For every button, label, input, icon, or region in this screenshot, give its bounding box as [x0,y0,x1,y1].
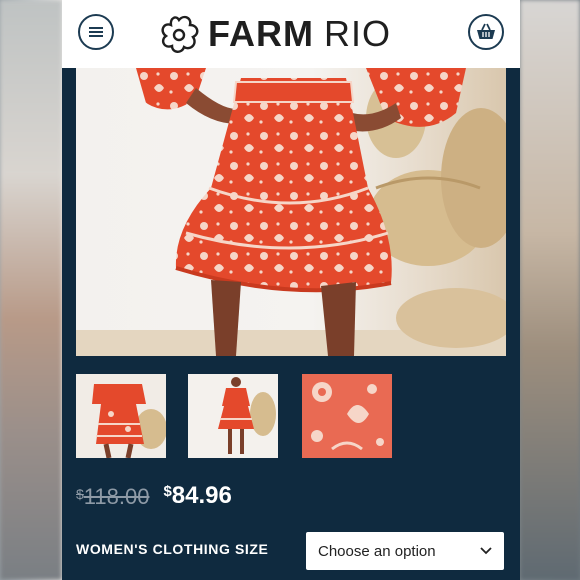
sale-price: $ 84.96 [163,482,231,510]
thumbnail-gallery [76,374,506,458]
menu-button[interactable] [78,14,114,50]
cart-button[interactable] [468,14,504,50]
size-select-value: Choose an option [318,542,436,560]
hamburger-menu-icon [89,27,103,37]
thumb-image-2 [188,374,278,458]
price-row: $ 118.00 $ 84.96 [76,478,232,514]
chevron-down-icon [480,547,492,555]
thumb-full-length-view[interactable] [188,374,278,458]
sale-price-value: 84.96 [171,482,232,509]
original-price: $ 118.00 [76,484,149,510]
brand-wordmark: FARM RIO [208,16,391,52]
sale-price-currency: $ [163,483,172,500]
brand-name-part2: RIO [324,13,392,54]
thumb-image-1 [76,374,166,458]
original-price-value: 118.00 [83,484,150,509]
original-price-currency: $ [76,486,84,502]
brand-name-part1: FARM [208,13,314,54]
mobile-page: FARM RIO $ 118.00 $ 84.96 WOMEN'S CLOTHI… [62,0,520,580]
blurred-background-right [520,0,580,580]
product-photo [76,68,506,356]
size-label: WOMEN'S CLOTHING SIZE [76,541,269,557]
shopping-basket-icon [477,23,495,39]
thumb-front-view[interactable] [76,374,166,458]
thumb-print-detail[interactable] [302,374,392,458]
size-select[interactable]: Choose an option [306,532,504,570]
site-header: FARM RIO [62,0,520,68]
brand-logo[interactable]: FARM RIO [158,12,391,56]
flower-logo-icon [161,15,199,53]
thumb-image-3 [302,374,392,458]
product-main-image[interactable] [76,68,506,356]
blurred-background-left [0,0,62,580]
